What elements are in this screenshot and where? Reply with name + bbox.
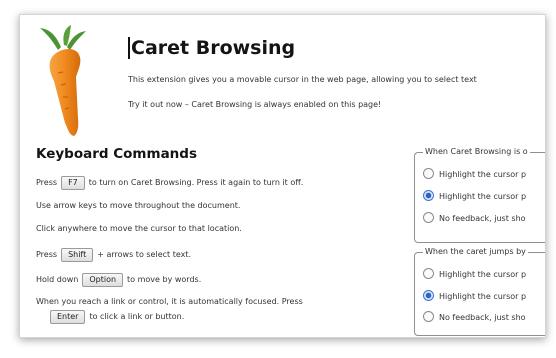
carrot-logo-icon — [40, 25, 86, 136]
radio-button[interactable] — [423, 168, 434, 179]
caret-jump-options-group: When the caret jumps by Highlight the cu… — [414, 247, 545, 336]
f7-key: F7 — [61, 176, 85, 190]
command-select-line: Press Shift + arrows to select text. — [36, 248, 191, 262]
radio-button[interactable] — [423, 311, 434, 322]
extension-description: This extension gives you a movable curso… — [128, 75, 477, 84]
caret-browsing-options-group: When Caret Browsing is o Highlight the c… — [414, 147, 545, 243]
radio-option[interactable]: No feedback, just sho — [423, 311, 526, 323]
group-legend: When the caret jumps by — [423, 247, 528, 256]
command-toggle-line: Press F7 to turn on Caret Browsing. Press … — [36, 176, 303, 190]
radio-button-selected[interactable] — [423, 290, 434, 301]
enter-key: Enter — [50, 310, 86, 324]
try-it-note: Try it out now – Caret Browsing is alway… — [128, 100, 382, 109]
command-arrows-line: Use arrow keys to move throughout the do… — [36, 201, 241, 210]
radio-button-selected[interactable] — [423, 190, 434, 201]
shift-key: Shift — [61, 248, 94, 262]
command-links-line: When you reach a link or control, it is … — [36, 297, 303, 306]
extension-options-page: Caret Browsing This extension gives you … — [19, 14, 546, 338]
keyboard-commands-heading: Keyboard Commands — [36, 146, 197, 162]
radio-option[interactable]: Highlight the cursor p — [423, 290, 526, 302]
group-legend: When Caret Browsing is o — [423, 147, 530, 156]
command-enter-line: Enter to click a link or button. — [36, 310, 184, 324]
command-words-line: Hold down Option to move by words. — [36, 273, 201, 287]
option-key: Option — [82, 273, 124, 287]
command-click-line: Click anywhere to move the cursor to tha… — [36, 224, 242, 233]
radio-option[interactable]: No feedback, just sho — [423, 212, 526, 224]
radio-button[interactable] — [423, 212, 434, 223]
radio-option[interactable]: Highlight the cursor p — [423, 190, 526, 202]
page-title: Caret Browsing — [128, 37, 295, 59]
radio-option[interactable]: Highlight the cursor p — [423, 268, 526, 280]
radio-option[interactable]: Highlight the cursor p — [423, 168, 526, 180]
radio-button[interactable] — [423, 268, 434, 279]
